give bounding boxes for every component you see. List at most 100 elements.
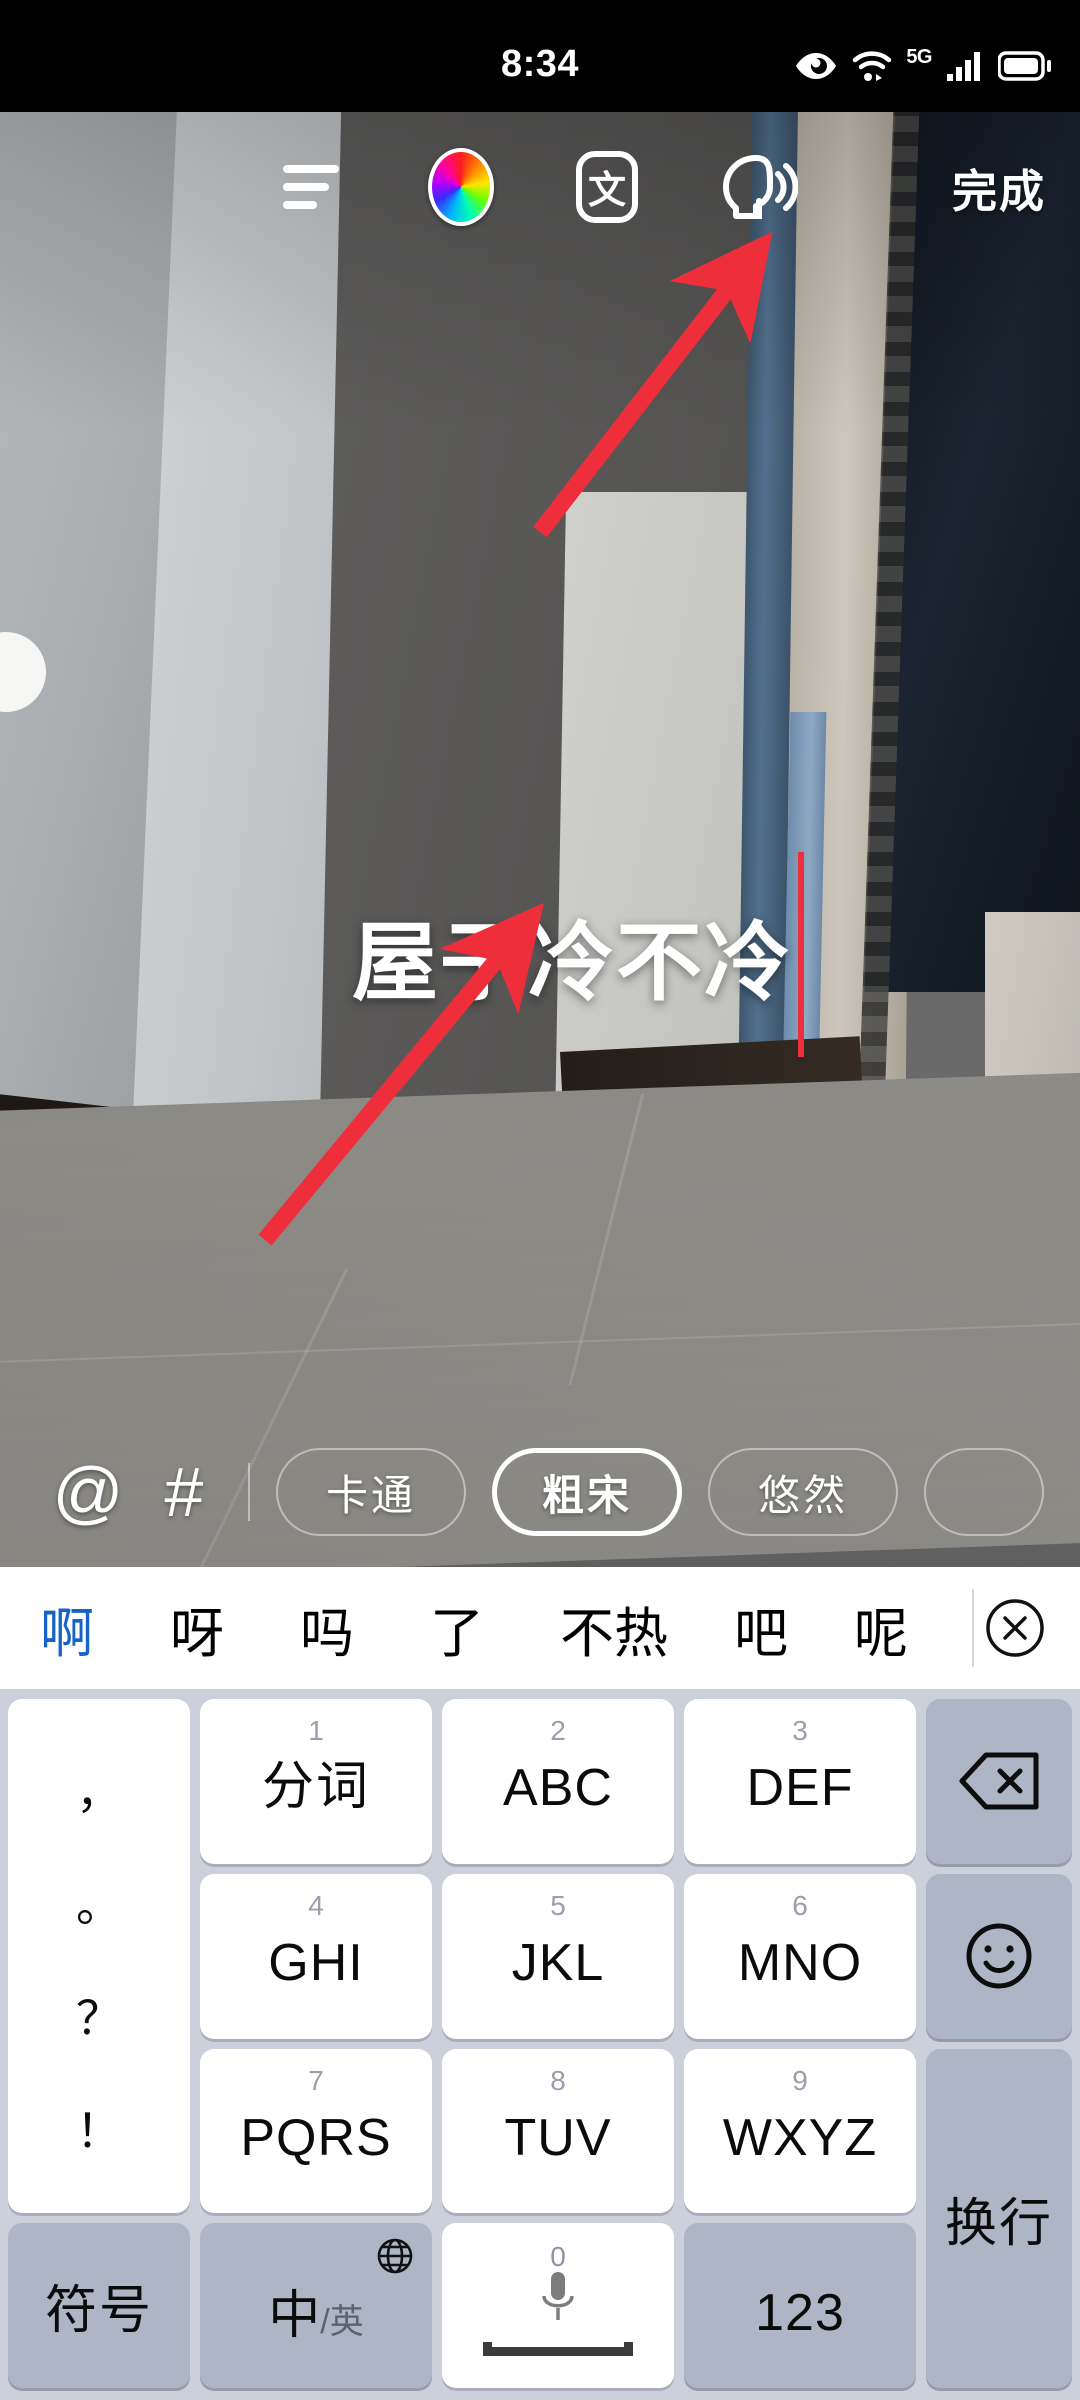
key-newline[interactable]: 换行 — [926, 2048, 1072, 2388]
key-label: 换行 — [944, 2194, 1053, 2253]
candidate-divider — [972, 1589, 974, 1667]
candidate-close-button[interactable] — [984, 1597, 1046, 1659]
key-punct-exclaim: ！ — [76, 2104, 122, 2157]
font-chip-bold-song[interactable]: 粗宋 — [492, 1448, 682, 1536]
status-icons: 5G — [794, 46, 1052, 86]
font-bar-divider — [248, 1463, 250, 1521]
close-circle-icon — [986, 1599, 1044, 1657]
candidate-item[interactable]: 呀 — [170, 1589, 224, 1668]
font-chip-partial[interactable] — [924, 1448, 1044, 1536]
space-bar-glyph — [483, 2341, 633, 2356]
key-space[interactable]: 0 — [442, 2223, 674, 2388]
font-selector-bar: @ # 卡通 粗宋 悠然 — [0, 1417, 1080, 1567]
key-label: TUV — [504, 2108, 612, 2167]
key-number: 7 — [308, 2064, 324, 2096]
key-label: DEF — [746, 1759, 854, 1818]
key-punct-period: 。 — [76, 1878, 122, 1931]
photo-canvas[interactable]: 屋子冷不冷 文 完成 @ # 卡通 粗宋 悠然 — [0, 112, 1080, 1567]
hashtag-label: # — [164, 1453, 204, 1531]
key-3-def[interactable]: 3 DEF — [684, 1699, 916, 1864]
phone-screen: 屋子冷不冷 文 完成 @ # 卡通 粗宋 悠然 8:34 5G 啊 呀 吗 了 … — [0, 0, 1080, 2400]
ime-keyboard: ， 。 ？ ！ 1 分词 2 ABC 3 DEF 4 GHI 5 JKL 6 M… — [0, 1689, 1080, 2400]
overlay-text: 屋子冷不冷 — [352, 914, 792, 1011]
key-label-english: /英 — [320, 2303, 364, 2342]
backspace-icon — [959, 1752, 1039, 1810]
candidate-item[interactable]: 呢 — [854, 1589, 908, 1668]
key-label: 分词 — [261, 1757, 370, 1816]
svg-text:文: 文 — [588, 170, 626, 212]
key-language-toggle[interactable]: 中 /英 — [200, 2223, 432, 2388]
text-color-button[interactable] — [422, 148, 500, 226]
text-style-icon: 文 — [576, 151, 638, 223]
key-label: ABC — [503, 1759, 613, 1818]
key-number: 0 — [550, 2241, 566, 2273]
wifi-icon — [853, 51, 892, 81]
done-button[interactable]: 完成 — [952, 148, 1046, 226]
key-8-tuv[interactable]: 8 TUV — [442, 2048, 674, 2214]
key-punct-question: ？ — [76, 1991, 122, 2044]
key-number: 3 — [792, 1715, 808, 1746]
text-align-icon — [283, 165, 339, 209]
key-number: 1 — [308, 1715, 324, 1746]
font-style-button[interactable]: 文 — [568, 148, 646, 226]
key-label: PQRS — [240, 2108, 392, 2167]
overlay-text-box[interactable]: 屋子冷不冷 — [352, 852, 804, 1065]
key-punctuation[interactable]: ， 。 ？ ！ — [8, 1699, 190, 2214]
key-label: WXYZ — [722, 2108, 878, 2167]
text-caret — [798, 852, 804, 1057]
color-wheel-icon — [428, 148, 494, 226]
text-to-speech-icon — [723, 155, 798, 219]
key-number: 5 — [550, 1889, 566, 1921]
font-chip-label: 卡通 — [325, 1471, 416, 1519]
key-label: MNO — [737, 1934, 863, 1993]
key-5-jkl[interactable]: 5 JKL — [442, 1873, 674, 2039]
key-number: 8 — [550, 2064, 566, 2096]
candidate-item[interactable]: 了 — [430, 1589, 484, 1668]
background-photo — [0, 112, 1080, 1567]
hashtag-button[interactable]: # — [136, 1444, 232, 1540]
editor-toolbar: 文 完成 — [0, 112, 1080, 262]
font-chip-youran[interactable]: 悠然 — [708, 1448, 898, 1536]
key-symbols[interactable]: 符号 — [8, 2223, 190, 2388]
key-6-mno[interactable]: 6 MNO — [684, 1873, 916, 2039]
key-number: 4 — [308, 1889, 324, 1921]
key-label: 123 — [755, 2283, 845, 2342]
candidate-item[interactable]: 不热 — [560, 1589, 668, 1668]
globe-icon — [377, 2238, 413, 2274]
key-9-wxyz[interactable]: 9 WXYZ — [684, 2048, 916, 2214]
key-7-pqrs[interactable]: 7 PQRS — [200, 2048, 432, 2214]
microphone-icon — [542, 2271, 574, 2320]
key-number: 9 — [792, 2064, 808, 2096]
key-label: GHI — [268, 1934, 364, 1993]
eye-care-icon — [796, 53, 837, 79]
key-label: JKL — [511, 1934, 605, 1993]
key-label-chinese: 中 — [268, 2287, 321, 2346]
key-emoji[interactable] — [926, 1873, 1072, 2039]
battery-icon — [998, 51, 1051, 81]
key-backspace[interactable] — [926, 1699, 1072, 1864]
key-4-ghi[interactable]: 4 GHI — [200, 1873, 432, 2039]
key-number: 2 — [550, 1715, 566, 1746]
emoji-icon — [966, 1923, 1032, 1989]
key-number: 6 — [792, 1889, 808, 1921]
text-to-speech-button[interactable] — [712, 148, 798, 226]
font-chip-label: 悠然 — [757, 1471, 848, 1519]
done-label: 完成 — [951, 165, 1046, 217]
key-punct-comma: ， — [76, 1765, 122, 1818]
text-align-button[interactable] — [272, 148, 350, 226]
candidate-item[interactable]: 啊 — [40, 1589, 94, 1668]
status-bar: 8:34 5G — [0, 0, 1080, 112]
font-chip-cartoon[interactable]: 卡通 — [276, 1448, 466, 1536]
mention-button[interactable]: @ — [40, 1444, 136, 1540]
network-type-label: 5G — [906, 46, 932, 68]
ime-candidate-bar: 啊 呀 吗 了 不热 吧 呢 — [0, 1567, 1080, 1689]
font-chip-label: 粗宋 — [541, 1471, 632, 1519]
key-numeric-mode[interactable]: 123 — [684, 2223, 916, 2388]
candidate-item[interactable]: 吗 — [300, 1589, 354, 1668]
key-2-abc[interactable]: 2 ABC — [442, 1699, 674, 1864]
signal-bars-icon — [947, 52, 980, 81]
key-1-fenci[interactable]: 1 分词 — [200, 1699, 432, 1864]
mention-label: @ — [52, 1453, 124, 1531]
candidate-item[interactable]: 吧 — [734, 1589, 788, 1668]
key-label: 符号 — [44, 2282, 153, 2341]
